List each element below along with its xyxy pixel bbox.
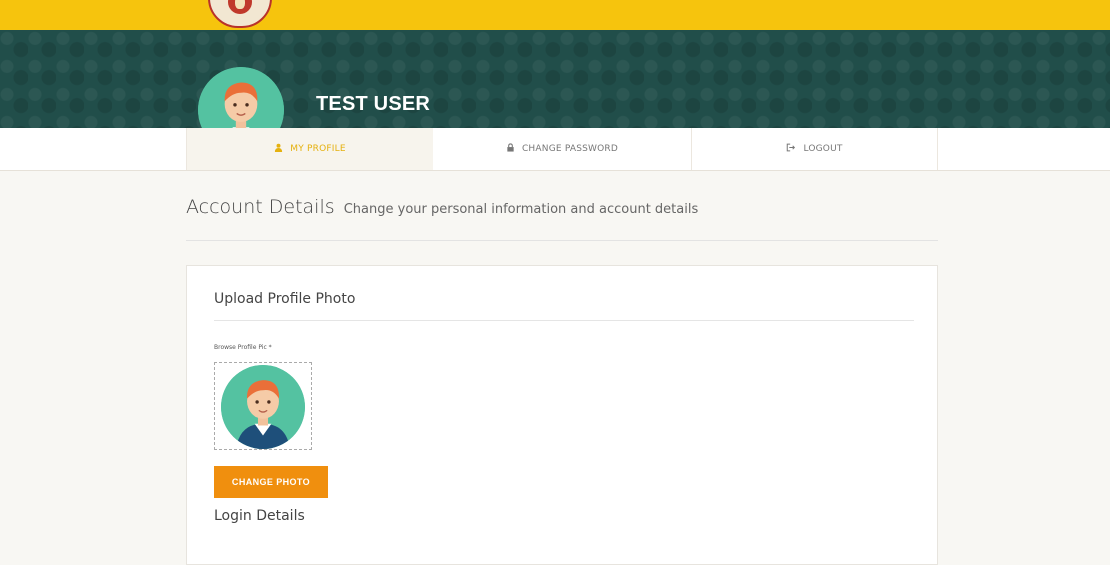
lock-icon xyxy=(506,143,515,155)
section-title: Upload Profile Photo xyxy=(214,291,356,307)
tab-label: LOGOUT xyxy=(803,144,843,154)
user-icon xyxy=(274,143,283,155)
tab-my-profile[interactable]: MY PROFILE xyxy=(186,128,434,170)
login-details-title: Login Details xyxy=(214,508,305,524)
site-logo[interactable] xyxy=(208,0,272,28)
browse-profile-pic-label: Browse Profile Pic * xyxy=(214,344,272,351)
tab-change-password[interactable]: CHANGE PASSWORD xyxy=(433,128,692,170)
page-heading: Account Details Change your personal inf… xyxy=(186,196,938,241)
seal-icon xyxy=(228,0,252,14)
tab-label: MY PROFILE xyxy=(290,144,346,154)
profile-pic-dropzone[interactable] xyxy=(214,362,312,450)
profile-banner: TEST USER xyxy=(0,30,1110,153)
user-name: TEST USER xyxy=(316,93,431,115)
page-subtitle: Change your personal information and acc… xyxy=(343,202,699,217)
top-bar xyxy=(0,0,1110,30)
change-photo-button[interactable]: CHANGE PHOTO xyxy=(214,466,328,498)
avatar xyxy=(221,365,305,449)
upload-photo-card: Upload Profile Photo Browse Profile Pic … xyxy=(186,265,938,565)
divider xyxy=(214,320,914,321)
tab-label: CHANGE PASSWORD xyxy=(521,144,619,154)
page-title: Account Details xyxy=(186,196,335,218)
profile-tabs: MY PROFILE CHANGE PASSWORD LOGOUT xyxy=(0,128,1110,171)
tab-logout[interactable]: LOGOUT xyxy=(692,128,938,170)
logout-icon xyxy=(786,143,796,155)
